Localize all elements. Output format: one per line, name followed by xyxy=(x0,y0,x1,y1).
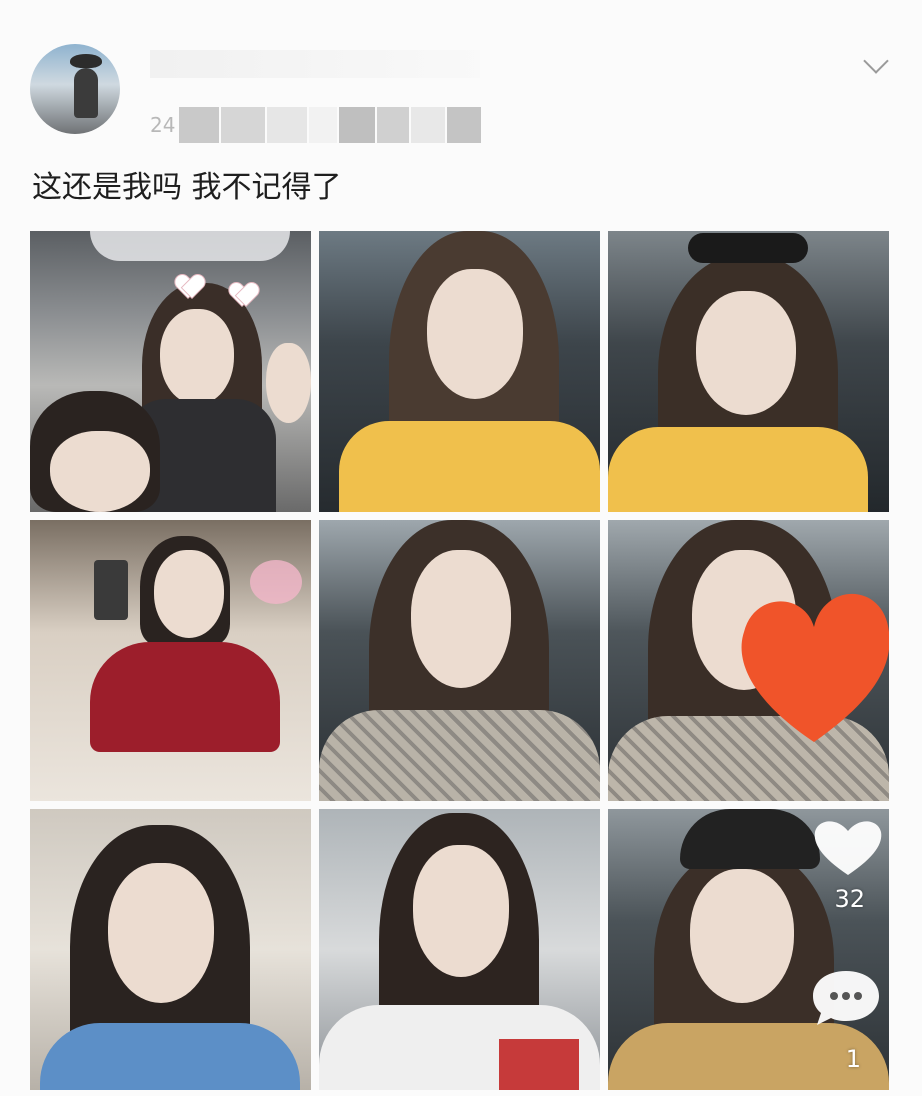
like-count: 32 xyxy=(834,885,865,913)
chevron-down-icon[interactable] xyxy=(864,52,886,74)
heart-sticker-icon xyxy=(230,283,254,305)
person-clothing xyxy=(90,642,280,752)
post-meta: 24 xyxy=(150,106,483,144)
redacted-block xyxy=(447,107,482,143)
photo-tile[interactable] xyxy=(319,809,600,1090)
person-face xyxy=(413,845,509,977)
avatar-hat xyxy=(70,54,102,68)
redacted-block xyxy=(411,107,446,143)
photo-tile[interactable] xyxy=(30,231,311,512)
photo-tile[interactable] xyxy=(319,231,600,512)
post-meta-prefix: 24 xyxy=(150,113,176,137)
photo-tile[interactable]: 32 1 xyxy=(608,809,889,1090)
username-redacted[interactable] xyxy=(150,50,480,78)
heart-sticker-icon xyxy=(741,593,889,742)
heart-sticker-icon xyxy=(250,560,302,604)
person-clothing xyxy=(40,1023,300,1090)
photo-tile[interactable] xyxy=(319,520,600,801)
redacted-block xyxy=(377,107,410,143)
person-face xyxy=(154,550,224,638)
photo-grid: 32 1 xyxy=(30,231,889,1091)
person-face xyxy=(411,550,511,688)
heart-sticker-icon xyxy=(176,275,200,297)
person-face xyxy=(160,309,234,405)
comment-count: 1 xyxy=(845,1045,861,1073)
beanie xyxy=(680,809,820,869)
redacted-block xyxy=(221,107,266,143)
ceiling-light xyxy=(90,231,290,261)
person-face xyxy=(690,869,794,1003)
person-face xyxy=(427,269,523,399)
post-text: 这还是我吗 我不记得了 xyxy=(32,170,342,205)
person-face xyxy=(50,431,150,512)
person-face xyxy=(696,291,796,415)
person-face xyxy=(108,863,214,1003)
photo-tile[interactable] xyxy=(608,520,889,801)
person-clothing xyxy=(319,710,600,801)
redacted-block xyxy=(339,107,376,143)
redacted-block xyxy=(179,107,220,143)
user-avatar[interactable] xyxy=(30,44,120,134)
sunglasses xyxy=(688,233,808,263)
clothing-print xyxy=(499,1039,579,1090)
phone xyxy=(94,560,128,620)
photo-tile[interactable] xyxy=(608,231,889,512)
person-clothing xyxy=(608,427,868,512)
photo-tile[interactable] xyxy=(30,809,311,1090)
redacted-block xyxy=(267,107,308,143)
person-clothing xyxy=(339,421,600,512)
photo-tile[interactable] xyxy=(30,520,311,801)
heart-icon[interactable] xyxy=(811,815,885,879)
redacted-block xyxy=(309,107,338,143)
person-face xyxy=(266,343,311,423)
comment-bubble-icon[interactable] xyxy=(809,967,883,1029)
avatar-figure xyxy=(74,68,98,118)
